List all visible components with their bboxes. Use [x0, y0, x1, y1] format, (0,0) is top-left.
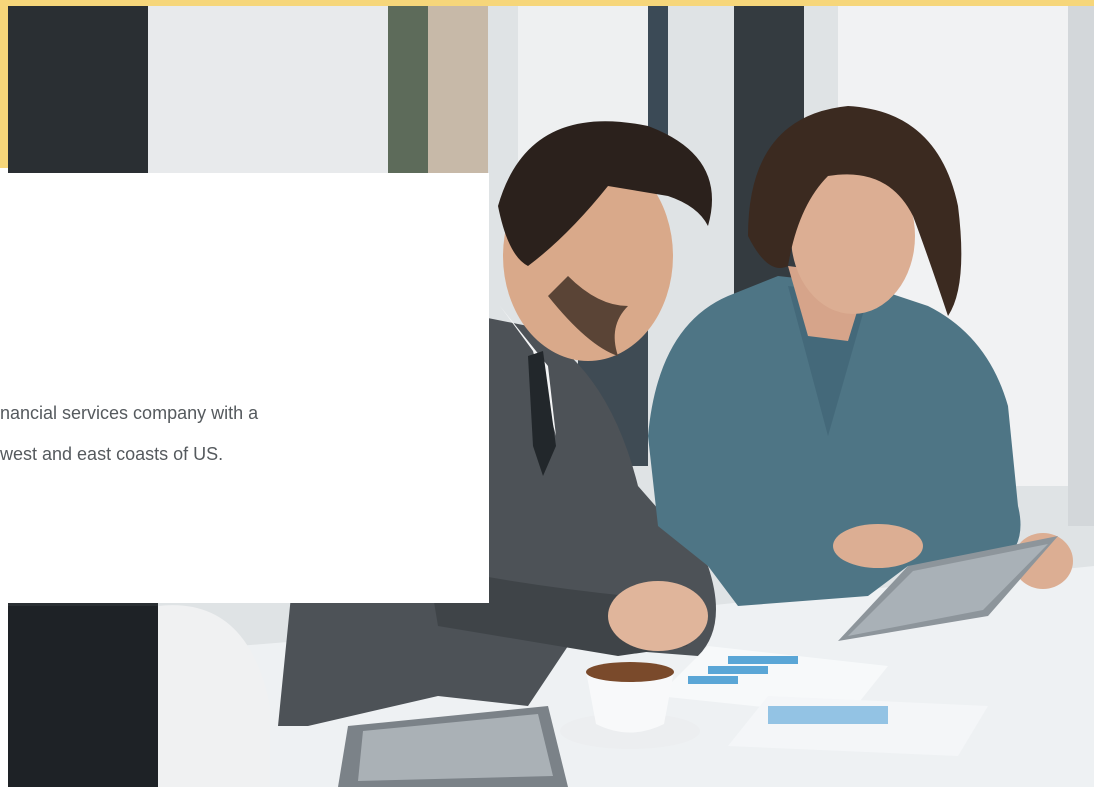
man-hand	[608, 581, 708, 651]
intro-text: nancial services company with a west and…	[0, 393, 489, 475]
intro-text-line-1: nancial services company with a	[0, 403, 259, 423]
intro-card: nancial services company with a west and…	[0, 173, 489, 603]
intro-text-line-2: west and east coasts of US.	[0, 444, 224, 464]
